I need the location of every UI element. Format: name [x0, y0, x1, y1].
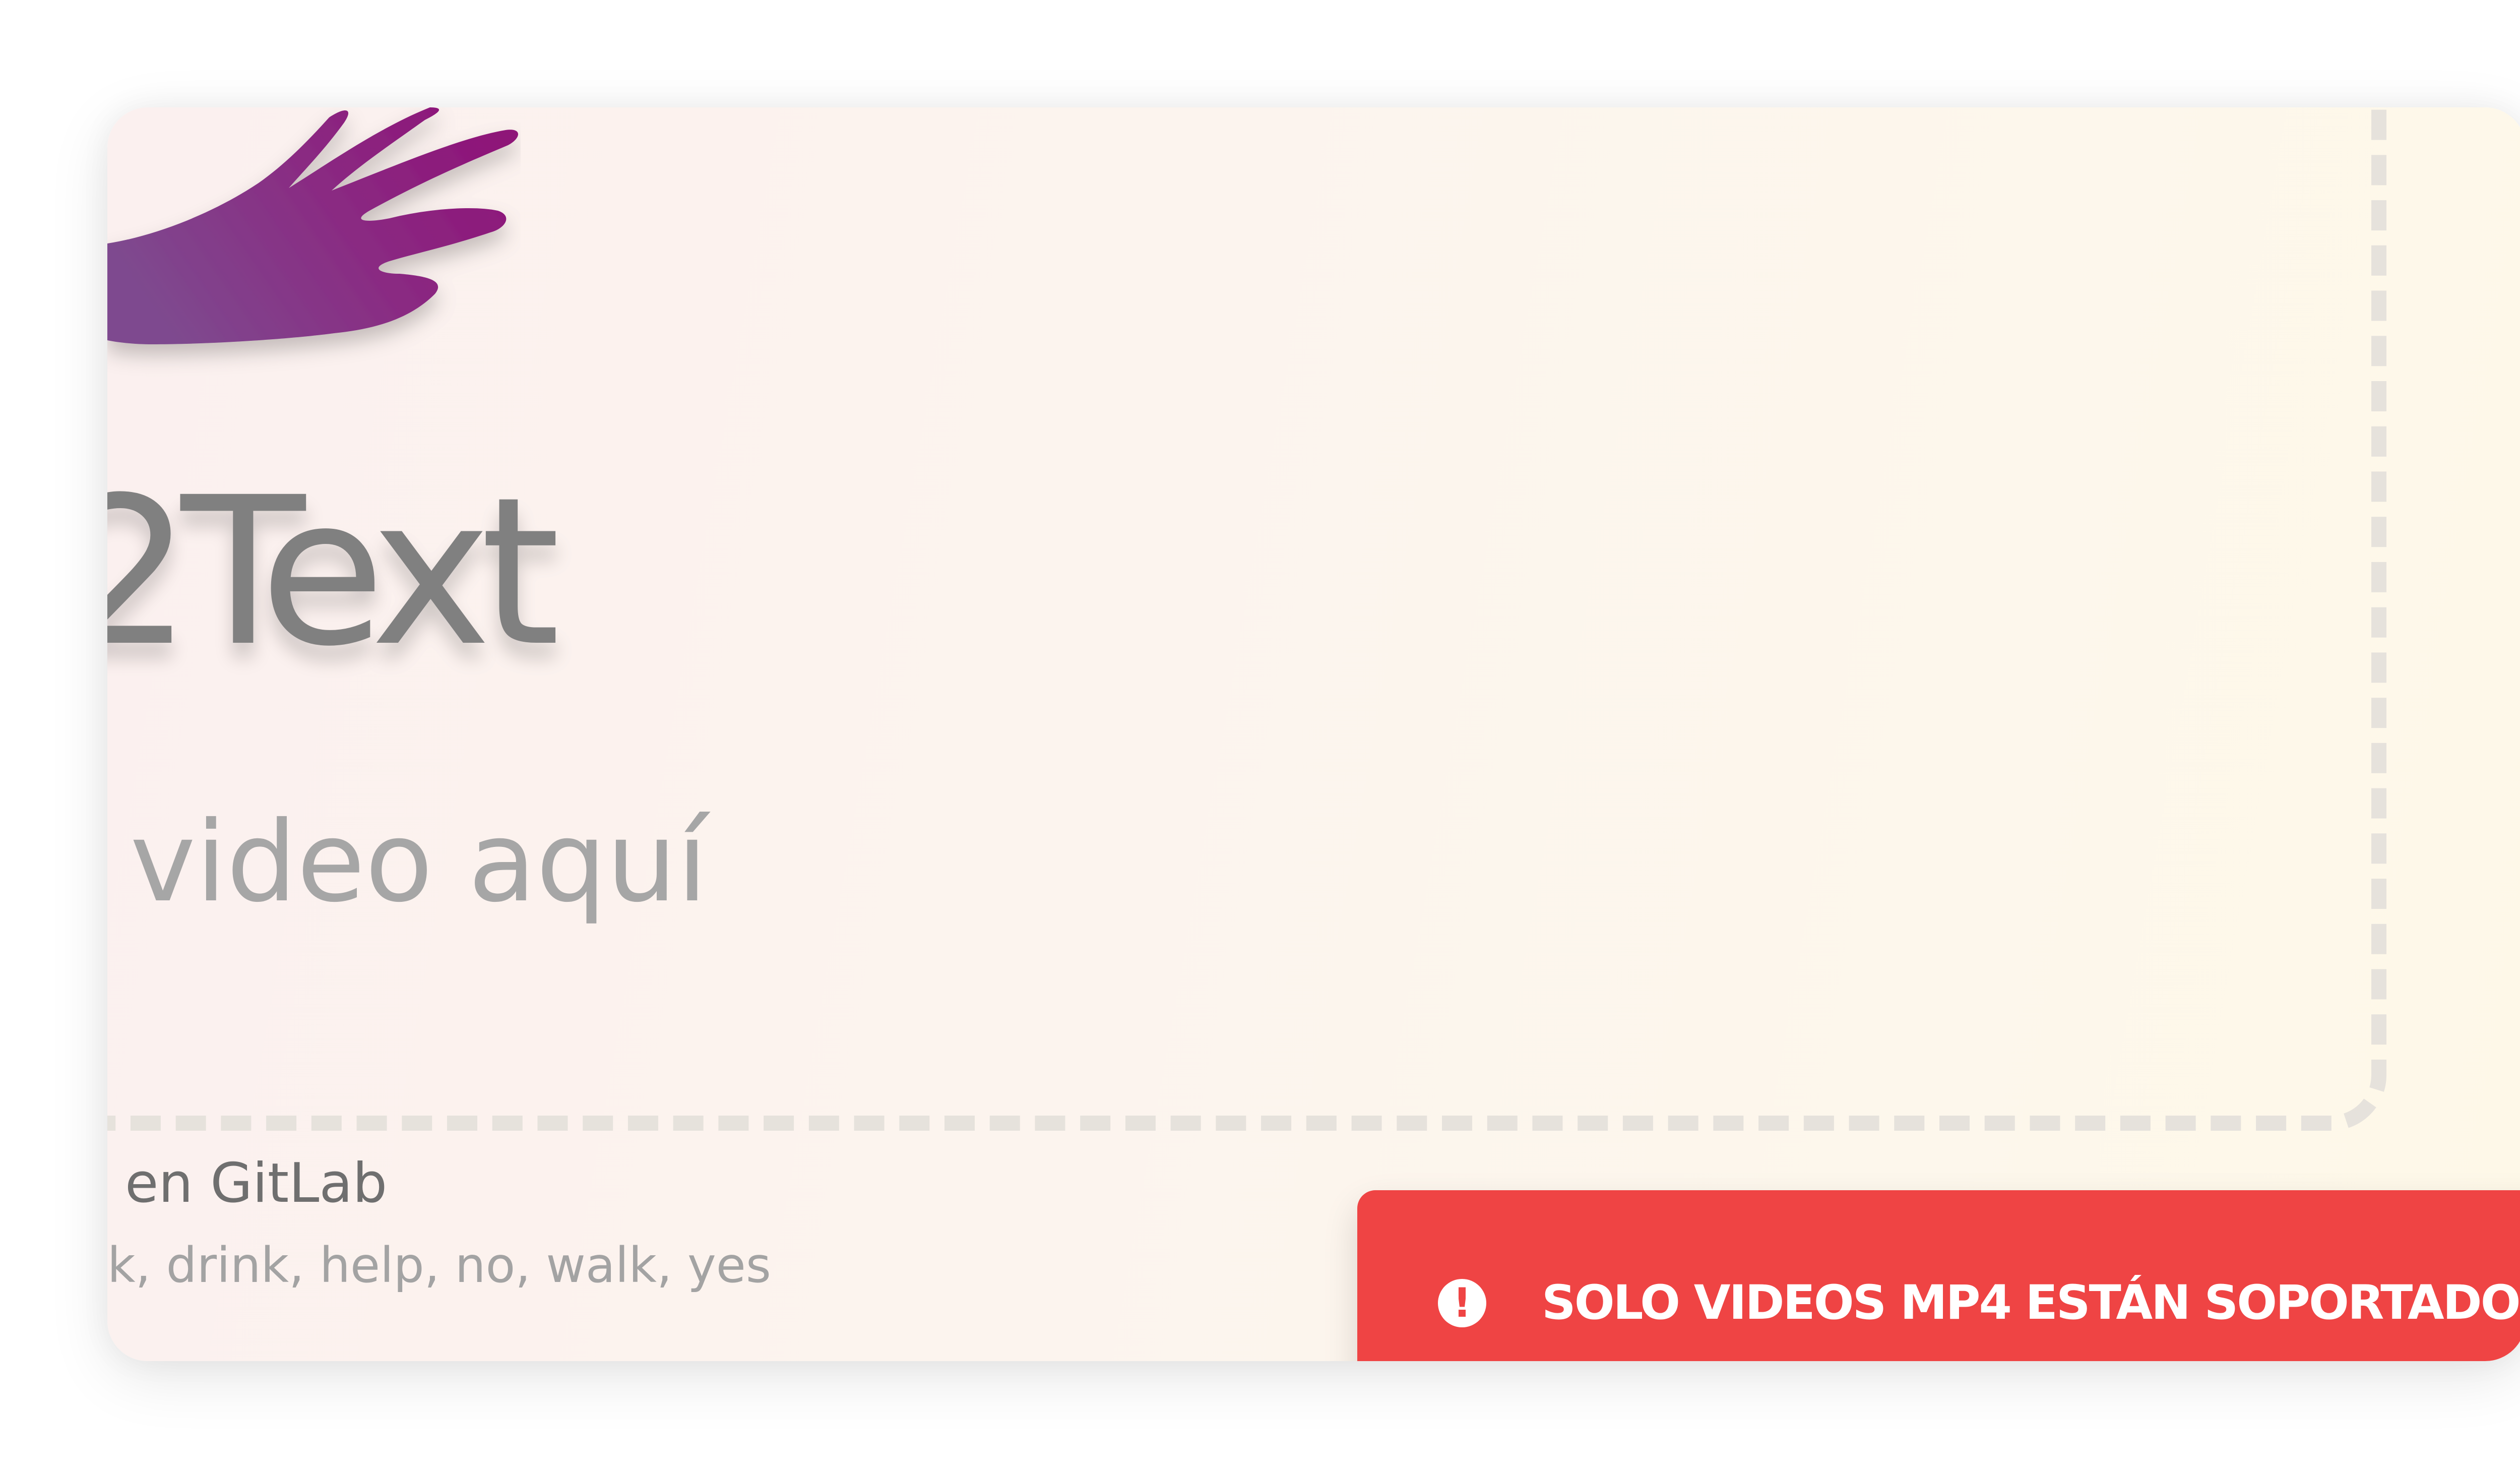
- gitlab-link[interactable]: en GitLab: [125, 1148, 387, 1219]
- error-toast[interactable]: ! SOLO VIDEOS MP4 ESTÁN SOPORTADOS: [1357, 1190, 2520, 1361]
- app-window: 2Text video aquí en GitLab k, drink, hel…: [107, 107, 2520, 1361]
- error-toast-message: SOLO VIDEOS MP4 ESTÁN SOPORTADOS: [1542, 1275, 2520, 1330]
- hand-logo-icon: [107, 107, 518, 344]
- exclamation-circle-icon: !: [1438, 1278, 1486, 1327]
- app-logo-text: 2Text: [107, 453, 560, 691]
- drop-hint-text: video aquí: [130, 798, 708, 927]
- supported-words-list: k, drink, help, no, walk, yes: [107, 1237, 771, 1294]
- screen: 2Text video aquí en GitLab k, drink, hel…: [0, 0, 2520, 1470]
